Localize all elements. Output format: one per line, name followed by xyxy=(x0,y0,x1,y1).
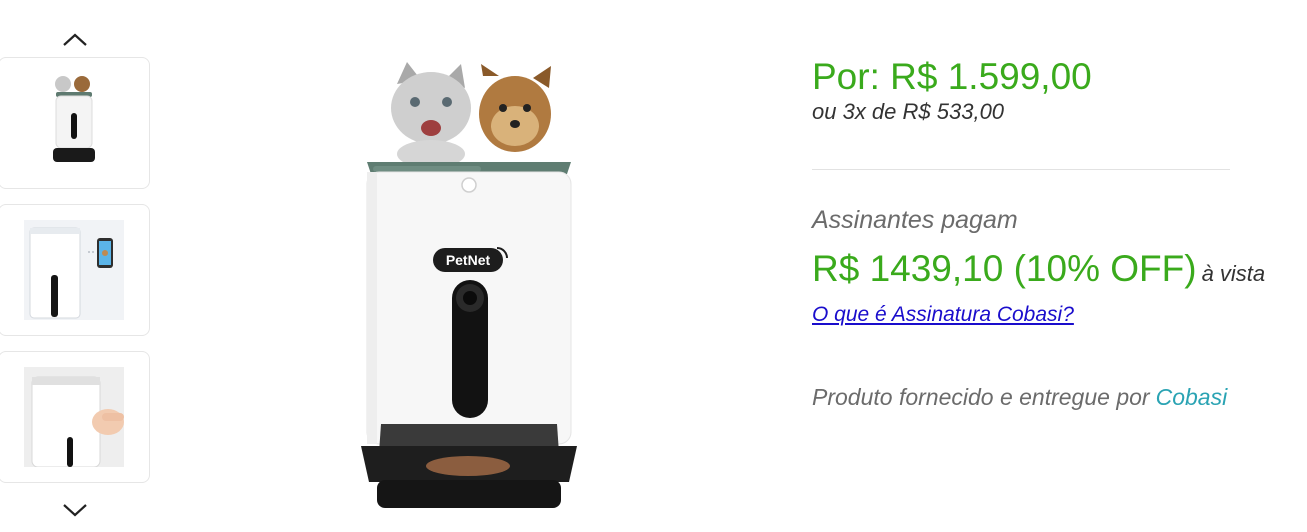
thumbnail-3-image xyxy=(24,367,124,467)
gallery-next-button[interactable] xyxy=(55,497,95,523)
supplier-text: Produto fornecido e entregue por Cobasi xyxy=(812,384,1227,411)
pet-feeder-image: PetNet xyxy=(361,62,577,508)
gallery-prev-button[interactable] xyxy=(55,27,95,53)
subscription-price-line: R$ 1439,10 (10% OFF) à vista xyxy=(812,248,1265,290)
thumbnail-2-image xyxy=(24,220,124,320)
petnet-logo-text: PetNet xyxy=(446,252,491,268)
subscription-label: Assinantes pagam xyxy=(812,206,1018,234)
product-info: Por: R$ 1.599,00 ou 3x de R$ 533,00 Assi… xyxy=(812,0,1307,532)
main-product-image: PetNet xyxy=(355,62,583,520)
thumbnail-1[interactable] xyxy=(0,57,150,189)
subscription-price-suffix: à vista xyxy=(1201,261,1266,286)
product-price: Por: R$ 1.599,00 xyxy=(812,56,1092,97)
subscription-info-link[interactable]: O que é Assinatura Cobasi? xyxy=(812,303,1074,327)
chevron-up-icon xyxy=(63,33,87,46)
subscription-price: R$ 1439,10 (10% OFF) xyxy=(812,248,1197,289)
cat-illustration xyxy=(391,62,471,168)
installments-text: ou 3x de R$ 533,00 xyxy=(812,99,1005,124)
dog-illustration xyxy=(479,64,551,152)
thumbnail-2[interactable] xyxy=(0,204,150,336)
supplier-link[interactable]: Cobasi xyxy=(1156,384,1228,410)
thumbnail-1-image xyxy=(53,76,95,162)
divider xyxy=(812,169,1230,170)
chevron-down-icon xyxy=(63,504,87,517)
thumbnail-gallery xyxy=(0,0,152,532)
supplier-prefix: Produto fornecido e entregue por xyxy=(812,384,1150,410)
thumbnail-3[interactable] xyxy=(0,351,150,483)
